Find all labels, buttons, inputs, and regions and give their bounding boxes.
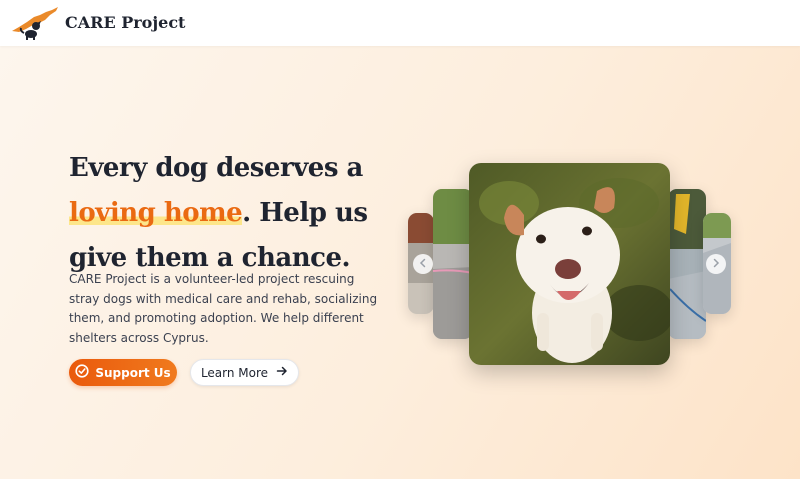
carousel-card-main[interactable]: [469, 163, 670, 365]
carousel-card-left[interactable]: [433, 189, 473, 339]
hero-description: CARE Project is a volunteer-led project …: [69, 272, 378, 345]
support-us-label: Support Us: [95, 365, 171, 380]
dog-photo-right: [668, 189, 706, 339]
brand-name[interactable]: CARE Project: [65, 13, 185, 32]
arrow-right-icon: [276, 365, 288, 380]
hero-title: Every dog deserves a loving home. Help u…: [69, 146, 399, 281]
hero-title-accent: loving home: [69, 198, 243, 228]
carousel-next-button[interactable]: [706, 254, 726, 274]
learn-more-button[interactable]: Learn More: [190, 359, 299, 386]
top-nav: CARE Project: [0, 0, 800, 46]
chevron-right-icon: [711, 255, 721, 273]
learn-more-label: Learn More: [200, 365, 269, 380]
support-us-button[interactable]: Support Us: [69, 359, 177, 386]
dog-photo-left: [433, 189, 473, 339]
carousel-prev-button[interactable]: [413, 254, 433, 274]
carousel-card-right[interactable]: [668, 189, 706, 339]
check-circle-icon: [75, 364, 89, 381]
dog-photo-main: [469, 163, 670, 365]
logo-icon[interactable]: [9, 5, 61, 41]
chevron-left-icon: [418, 255, 428, 273]
hero-title-part1: Every dog deserves a: [69, 153, 363, 183]
